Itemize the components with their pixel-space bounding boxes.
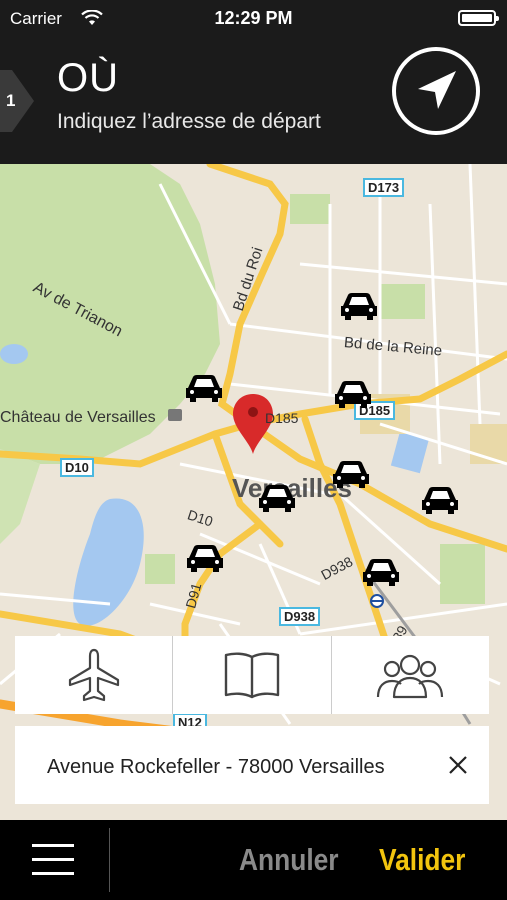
taxi-car-icon[interactable] <box>333 378 373 410</box>
map-label-d185: D185 <box>265 410 299 426</box>
header: 1 OÙ Indiquez l’adresse de départ <box>0 36 507 164</box>
status-bar: Carrier 12:29 PM <box>0 0 507 36</box>
taxi-car-icon[interactable] <box>257 482 297 514</box>
address-value: Avenue Rockefeller - 78000 Versailles <box>47 756 385 778</box>
group-button[interactable] <box>332 636 489 714</box>
taxi-car-icon[interactable] <box>339 290 379 322</box>
hamburger-menu-icon[interactable] <box>32 842 74 878</box>
map-label-chateau: Château de Versailles <box>0 409 156 426</box>
page-title: OÙ <box>57 56 119 100</box>
address-field[interactable]: Avenue Rockefeller - 78000 Versailles <box>15 726 489 804</box>
map[interactable]: Av de Trianon Château de Versailles Bd d… <box>0 164 507 820</box>
book-icon <box>224 652 280 699</box>
navigation-arrow-icon <box>418 71 456 109</box>
toolbar-divider <box>109 828 110 892</box>
shortcut-bar <box>15 636 489 714</box>
validate-button[interactable]: Valider <box>379 842 465 878</box>
road-tag-d10: D10 <box>60 458 94 477</box>
group-icon <box>377 654 444 699</box>
taxi-car-icon[interactable] <box>184 372 224 404</box>
taxi-car-icon[interactable] <box>185 542 225 574</box>
taxi-car-icon[interactable] <box>420 484 460 516</box>
address-book-button[interactable] <box>173 636 332 714</box>
taxi-car-icon[interactable] <box>361 556 401 588</box>
taxi-car-icon[interactable] <box>331 458 371 490</box>
road-tag-d173: D173 <box>363 178 405 197</box>
locate-button[interactable] <box>392 47 480 135</box>
road-tag-d938: D938 <box>279 607 321 626</box>
bottom-toolbar: Annuler Valider <box>0 820 507 900</box>
clock: 12:29 PM <box>214 8 293 28</box>
cancel-button[interactable]: Annuler <box>239 842 339 878</box>
airport-button[interactable] <box>15 636 174 714</box>
airplane-icon <box>68 648 119 702</box>
step-number: 1 <box>6 91 16 110</box>
battery-icon <box>458 10 499 26</box>
close-icon[interactable] <box>447 754 469 776</box>
page-subtitle: Indiquez l’adresse de départ <box>57 110 321 133</box>
